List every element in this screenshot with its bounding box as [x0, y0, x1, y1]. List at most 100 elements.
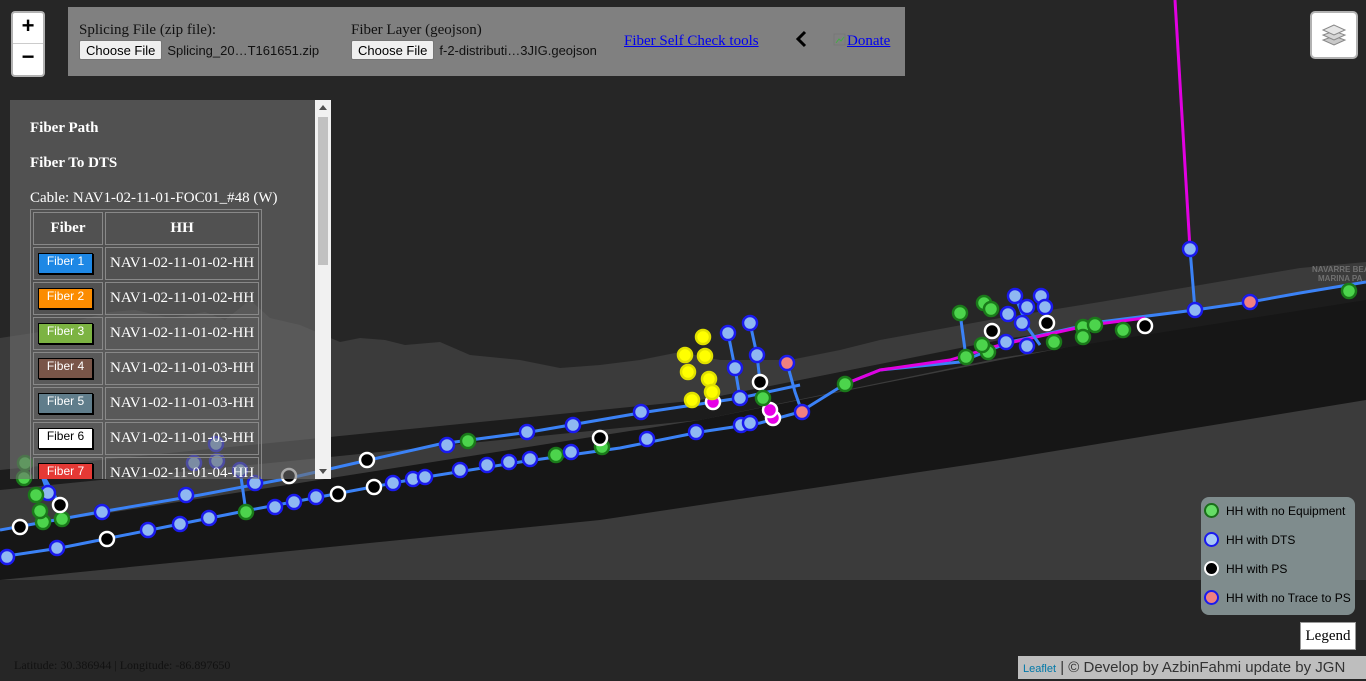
handhole-marker[interactable] [329, 485, 347, 503]
handhole-marker[interactable] [751, 373, 769, 391]
handhole-marker[interactable] [731, 389, 749, 407]
fiber-choose-file-button[interactable]: Choose File [351, 40, 435, 60]
handhole-marker[interactable] [982, 300, 1000, 318]
splicing-choose-file-button[interactable]: Choose File [79, 40, 163, 60]
handhole-marker[interactable] [547, 446, 565, 464]
leaflet-link[interactable]: Leaflet [1023, 663, 1056, 675]
handhole-marker[interactable] [703, 383, 721, 401]
handhole-marker[interactable] [983, 322, 1001, 340]
zoom-out-button[interactable]: − [13, 43, 43, 74]
handhole-marker[interactable] [11, 518, 29, 536]
donate-link[interactable]: Donate [833, 33, 890, 50]
handhole-marker[interactable] [741, 414, 759, 432]
panel-scrollbar[interactable] [315, 100, 331, 479]
handhole-marker[interactable] [700, 370, 718, 388]
handhole-marker[interactable] [1074, 328, 1092, 346]
handhole-marker[interactable] [1045, 333, 1063, 351]
handhole-marker[interactable] [0, 548, 16, 566]
handhole-marker[interactable] [997, 333, 1015, 351]
handhole-marker[interactable] [778, 354, 796, 372]
handhole-marker[interactable] [1018, 337, 1036, 355]
handhole-marker[interactable] [1114, 321, 1132, 339]
handhole-marker[interactable] [51, 496, 69, 514]
handhole-marker[interactable] [696, 347, 714, 365]
handhole-marker[interactable] [237, 503, 255, 521]
legend-item-dts: HH with DTS [1204, 532, 1295, 547]
handhole-marker[interactable] [384, 474, 402, 492]
handhole-marker[interactable] [416, 468, 434, 486]
handhole-marker[interactable] [1186, 301, 1204, 319]
handhole-marker[interactable] [726, 359, 744, 377]
handhole-marker[interactable] [53, 510, 71, 528]
fiber-color-badge: Fiber 1 [38, 253, 93, 274]
legend-toggle-button[interactable]: Legend [1300, 622, 1356, 650]
handhole-marker[interactable] [951, 304, 969, 322]
handhole-marker[interactable] [1136, 317, 1154, 335]
handhole-marker[interactable] [973, 336, 991, 354]
fiber-path-panel[interactable]: Fiber Path Fiber To DTS Cable: NAV1-02-1… [10, 100, 331, 479]
fiber-cell: Fiber 3 [33, 317, 103, 350]
zoom-in-button[interactable]: + [13, 13, 43, 43]
handhole-marker[interactable] [632, 403, 650, 421]
hh-cell: NAV1-02-11-01-03-HH [105, 352, 260, 385]
handhole-marker[interactable] [748, 346, 766, 364]
handhole-marker[interactable] [93, 503, 111, 521]
handhole-marker[interactable] [358, 451, 376, 469]
layers-control-button[interactable] [1310, 11, 1358, 59]
handhole-marker[interactable] [500, 453, 518, 471]
handhole-marker[interactable] [1018, 298, 1036, 316]
handhole-marker[interactable] [676, 346, 694, 364]
handhole-marker[interactable] [719, 324, 737, 342]
handhole-marker[interactable] [741, 314, 759, 332]
handhole-marker[interactable] [1340, 282, 1358, 300]
handhole-marker[interactable] [679, 363, 697, 381]
handhole-marker[interactable] [1086, 316, 1104, 334]
handhole-marker[interactable] [683, 391, 701, 409]
handhole-marker[interactable] [518, 423, 536, 441]
handhole-marker[interactable] [999, 305, 1017, 323]
handhole-marker[interactable] [687, 423, 705, 441]
handhole-marker[interactable] [591, 429, 609, 447]
handhole-marker[interactable] [562, 443, 580, 461]
handhole-marker[interactable] [1241, 293, 1259, 311]
handhole-marker[interactable] [98, 530, 116, 548]
map-legend: HH with no Equipment HH with DTS HH with… [1201, 497, 1355, 615]
cable-name: Cable: NAV1-02-11-01-FOC01_#48 (W) [30, 190, 278, 206]
handhole-marker[interactable] [266, 498, 284, 516]
handhole-marker[interactable] [694, 328, 712, 346]
handhole-marker[interactable] [307, 488, 325, 506]
fiber-color-badge: Fiber 2 [38, 288, 93, 309]
scroll-up-arrow-icon[interactable] [319, 105, 327, 110]
handhole-marker[interactable] [754, 389, 772, 407]
handhole-marker[interactable] [1181, 240, 1199, 258]
handhole-marker[interactable] [139, 521, 157, 539]
handhole-marker[interactable] [478, 456, 496, 474]
handhole-marker[interactable] [48, 539, 66, 557]
handhole-marker[interactable] [459, 432, 477, 450]
chevron-left-icon[interactable] [794, 29, 808, 49]
handhole-marker[interactable] [31, 502, 49, 520]
handhole-marker[interactable] [365, 478, 383, 496]
scroll-thumb[interactable] [318, 117, 328, 265]
handhole-marker[interactable] [200, 509, 218, 527]
cursor-coordinates: Latitude: 30.386944 | Longitude: -86.897… [14, 658, 231, 672]
handhole-marker[interactable] [957, 348, 975, 366]
handhole-marker[interactable] [521, 450, 539, 468]
handhole-marker[interactable] [638, 430, 656, 448]
handhole-marker[interactable] [438, 436, 456, 454]
handhole-marker[interactable] [836, 375, 854, 393]
handhole-marker[interactable] [564, 416, 582, 434]
handhole-marker[interactable] [1013, 314, 1031, 332]
map-attribution: Leaflet | © Develop by AzbinFahmi update… [1018, 656, 1366, 679]
scroll-down-arrow-icon[interactable] [319, 469, 327, 474]
handhole-marker[interactable] [793, 403, 811, 421]
handhole-marker[interactable] [451, 461, 469, 479]
handhole-marker[interactable] [1036, 298, 1054, 316]
handhole-marker[interactable] [1006, 287, 1024, 305]
handhole-marker[interactable] [177, 486, 195, 504]
handhole-marker[interactable] [285, 493, 303, 511]
handhole-marker[interactable] [27, 486, 45, 504]
handhole-marker[interactable] [171, 515, 189, 533]
handhole-marker[interactable] [1038, 314, 1056, 332]
fiber-self-check-link[interactable]: Fiber Self Check tools [624, 33, 759, 50]
